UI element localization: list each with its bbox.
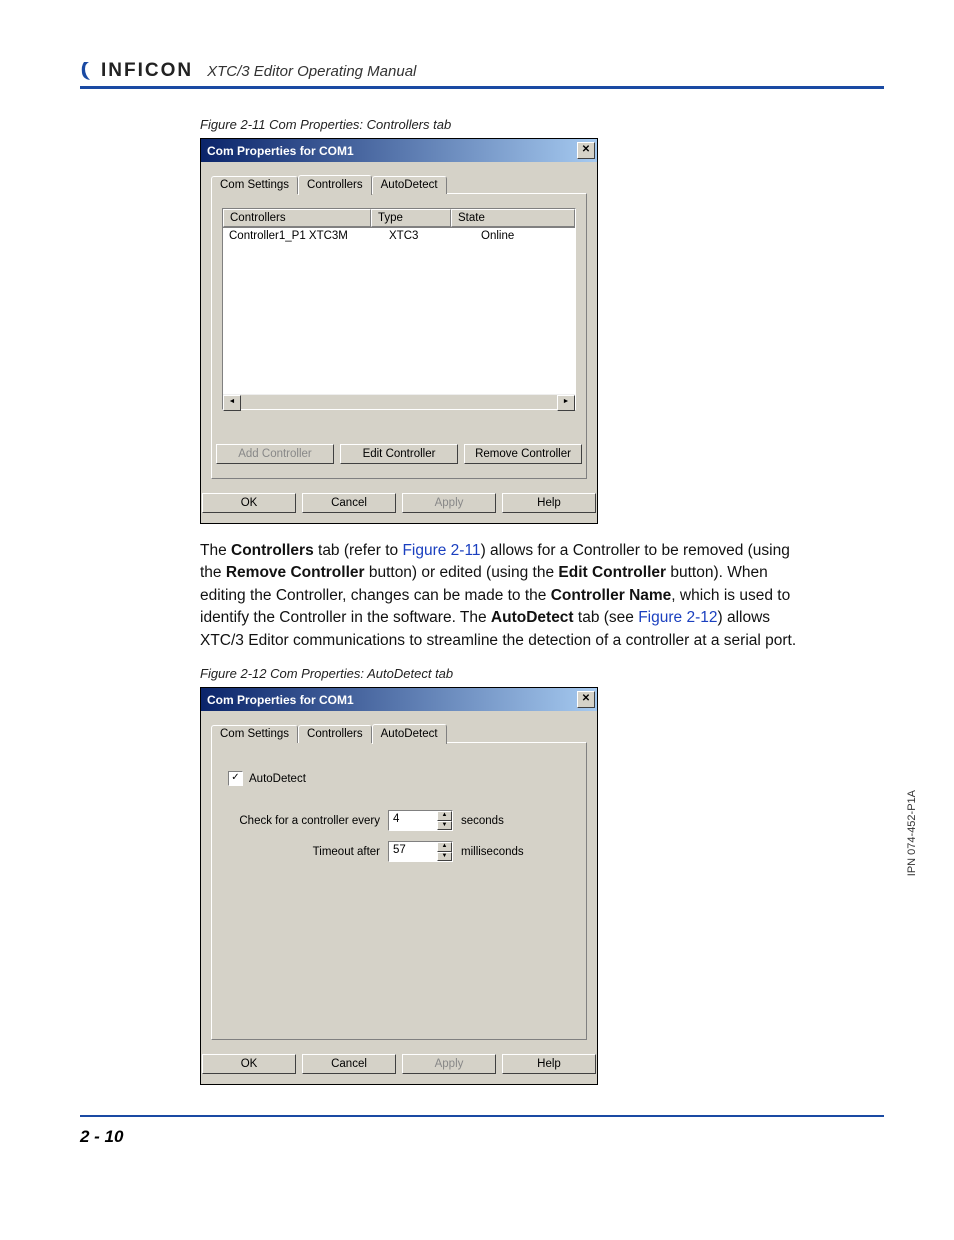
- link-figure-2-11[interactable]: Figure 2-11: [402, 542, 480, 559]
- apply-button[interactable]: Apply: [402, 1054, 496, 1074]
- spin-up-icon[interactable]: ▲: [437, 811, 452, 821]
- ok-button[interactable]: OK: [202, 1054, 296, 1074]
- autodetect-checkbox[interactable]: ✓: [228, 771, 243, 786]
- cancel-button[interactable]: Cancel: [302, 1054, 396, 1074]
- listview-hscrollbar[interactable]: ◄ ►: [223, 394, 575, 409]
- add-controller-button[interactable]: Add Controller: [216, 444, 334, 464]
- inficon-icon: [80, 61, 98, 81]
- check-interval-spinner[interactable]: 4 ▲ ▼: [388, 810, 453, 831]
- autodetect-label: AutoDetect: [249, 773, 306, 785]
- close-icon[interactable]: ✕: [577, 142, 595, 159]
- col-type[interactable]: Type: [371, 209, 451, 227]
- dialog-title: Com Properties for COM1: [207, 693, 354, 707]
- body-paragraph: The Controllers tab (refer to Figure 2-1…: [200, 540, 810, 652]
- cell-state: Online: [475, 228, 575, 244]
- brand-name: INFICON: [101, 60, 193, 82]
- apply-button[interactable]: Apply: [402, 493, 496, 513]
- spin-down-icon[interactable]: ▼: [437, 821, 452, 831]
- timeout-spinner[interactable]: 57 ▲ ▼: [388, 841, 453, 862]
- com-properties-dialog-autodetect: Com Properties for COM1 ✕ Com Settings C…: [200, 687, 598, 1085]
- check-interval-label: Check for a controller every: [228, 815, 380, 827]
- figure-2-12-caption: Figure 2-12 Com Properties: AutoDetect t…: [200, 666, 810, 681]
- help-button[interactable]: Help: [502, 493, 596, 513]
- close-icon[interactable]: ✕: [577, 691, 595, 708]
- scroll-right-icon[interactable]: ►: [557, 395, 575, 411]
- cancel-button[interactable]: Cancel: [302, 493, 396, 513]
- timeout-label: Timeout after: [228, 846, 380, 858]
- scroll-left-icon[interactable]: ◄: [223, 395, 241, 411]
- dialog-titlebar[interactable]: Com Properties for COM1 ✕: [201, 139, 597, 162]
- manual-title: XTC/3 Editor Operating Manual: [207, 63, 416, 82]
- header-rule: [80, 86, 884, 89]
- com-properties-dialog-controllers: Com Properties for COM1 ✕ Com Settings C…: [200, 138, 598, 524]
- tab-controllers[interactable]: Controllers: [298, 725, 372, 743]
- link-figure-2-12[interactable]: Figure 2-12: [638, 609, 717, 626]
- timeout-unit: milliseconds: [461, 846, 524, 858]
- cell-type: XTC3: [383, 228, 475, 244]
- tab-controllers[interactable]: Controllers: [298, 175, 372, 195]
- dialog-title: Com Properties for COM1: [207, 144, 354, 158]
- ok-button[interactable]: OK: [202, 493, 296, 513]
- remove-controller-button[interactable]: Remove Controller: [464, 444, 582, 464]
- footer-rule: [80, 1115, 884, 1117]
- edit-controller-button[interactable]: Edit Controller: [340, 444, 458, 464]
- page-number: 2 - 10: [80, 1127, 884, 1147]
- col-state[interactable]: State: [451, 209, 575, 227]
- controllers-listview[interactable]: Controllers Type State Controller1_P1 XT…: [222, 208, 576, 410]
- brand-logo: INFICON: [80, 60, 193, 82]
- tab-autodetect[interactable]: AutoDetect: [372, 176, 447, 194]
- dialog-titlebar[interactable]: Com Properties for COM1 ✕: [201, 688, 597, 711]
- col-controllers[interactable]: Controllers: [223, 209, 371, 227]
- cell-controller-name: Controller1_P1 XTC3M: [223, 228, 383, 244]
- spin-up-icon[interactable]: ▲: [437, 842, 452, 852]
- tab-com-settings[interactable]: Com Settings: [211, 725, 298, 743]
- check-interval-value[interactable]: 4: [389, 811, 437, 830]
- ipn-side-text: IPN 074-452-P1A: [906, 790, 918, 876]
- timeout-value[interactable]: 57: [389, 842, 437, 861]
- table-row[interactable]: Controller1_P1 XTC3M XTC3 Online: [223, 228, 575, 244]
- check-interval-unit: seconds: [461, 815, 504, 827]
- tab-com-settings[interactable]: Com Settings: [211, 176, 298, 194]
- tab-autodetect[interactable]: AutoDetect: [372, 724, 447, 744]
- help-button[interactable]: Help: [502, 1054, 596, 1074]
- spin-down-icon[interactable]: ▼: [437, 852, 452, 862]
- figure-2-11-caption: Figure 2-11 Com Properties: Controllers …: [200, 117, 810, 132]
